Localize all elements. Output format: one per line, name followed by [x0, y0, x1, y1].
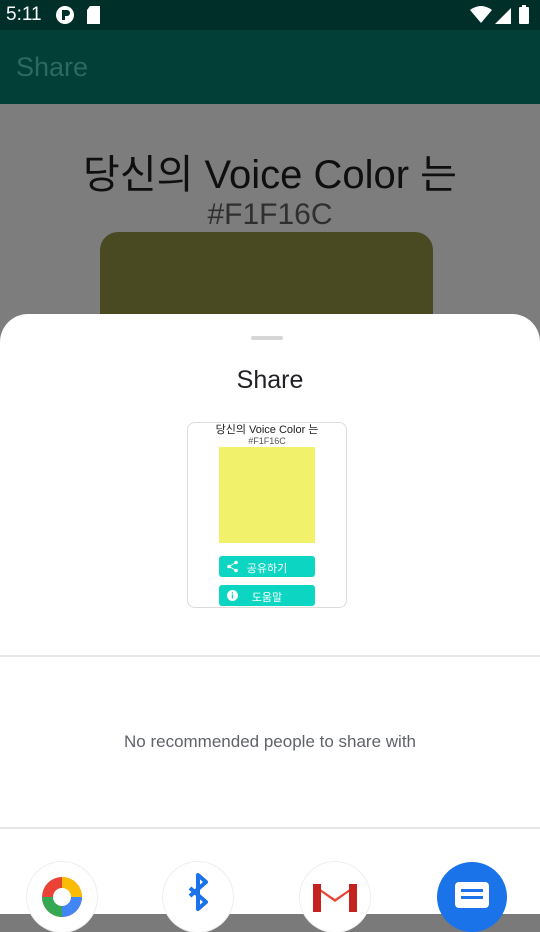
divider [0, 827, 540, 829]
preview-help-button: 도움말 [219, 585, 315, 606]
preview-share-label: 공유하기 [246, 563, 288, 575]
voice-color-hex: #F1F16C [207, 198, 333, 231]
voice-color-headline: 당신의 Voice Color 는 [83, 153, 457, 197]
share-sheet-title: Share [236, 366, 304, 394]
divider [0, 655, 540, 657]
share-target-bluetooth[interactable] [163, 862, 233, 932]
preview-hex: #F1F16C [248, 436, 286, 446]
share-target-gmail[interactable] [300, 862, 370, 932]
gmail-icon [313, 884, 357, 912]
status-bar: 5:11 [0, 0, 540, 30]
share-target-maps[interactable] [27, 862, 97, 932]
app-bar: Share [0, 30, 540, 104]
no-recommendations-text: No recommended people to share with [124, 732, 416, 751]
share-preview-image: 당신의 Voice Color 는 #F1F16C 공유하기 도움말 [187, 422, 347, 608]
preview-headline: 당신의 Voice Color 는 [215, 424, 319, 436]
share-target-messages[interactable] [437, 862, 507, 932]
app-bar-title: Share [16, 52, 89, 82]
battery-icon [519, 5, 529, 24]
sd-card-icon [87, 6, 100, 24]
signal-icon [495, 8, 511, 24]
share-sheet: Share 당신의 Voice Color 는 #F1F16C 공유하기 도움말… [0, 314, 540, 932]
messages-icon [455, 882, 489, 908]
status-time: 5:11 [6, 4, 42, 25]
wifi-icon [470, 6, 492, 23]
google-maps-icon [42, 877, 82, 917]
app-notification-icon [56, 6, 74, 24]
bluetooth-icon [188, 873, 208, 911]
drag-handle[interactable] [251, 336, 283, 340]
preview-share-button: 공유하기 [219, 556, 315, 577]
preview-help-label: 도움말 [251, 592, 283, 604]
preview-swatch [219, 447, 315, 543]
